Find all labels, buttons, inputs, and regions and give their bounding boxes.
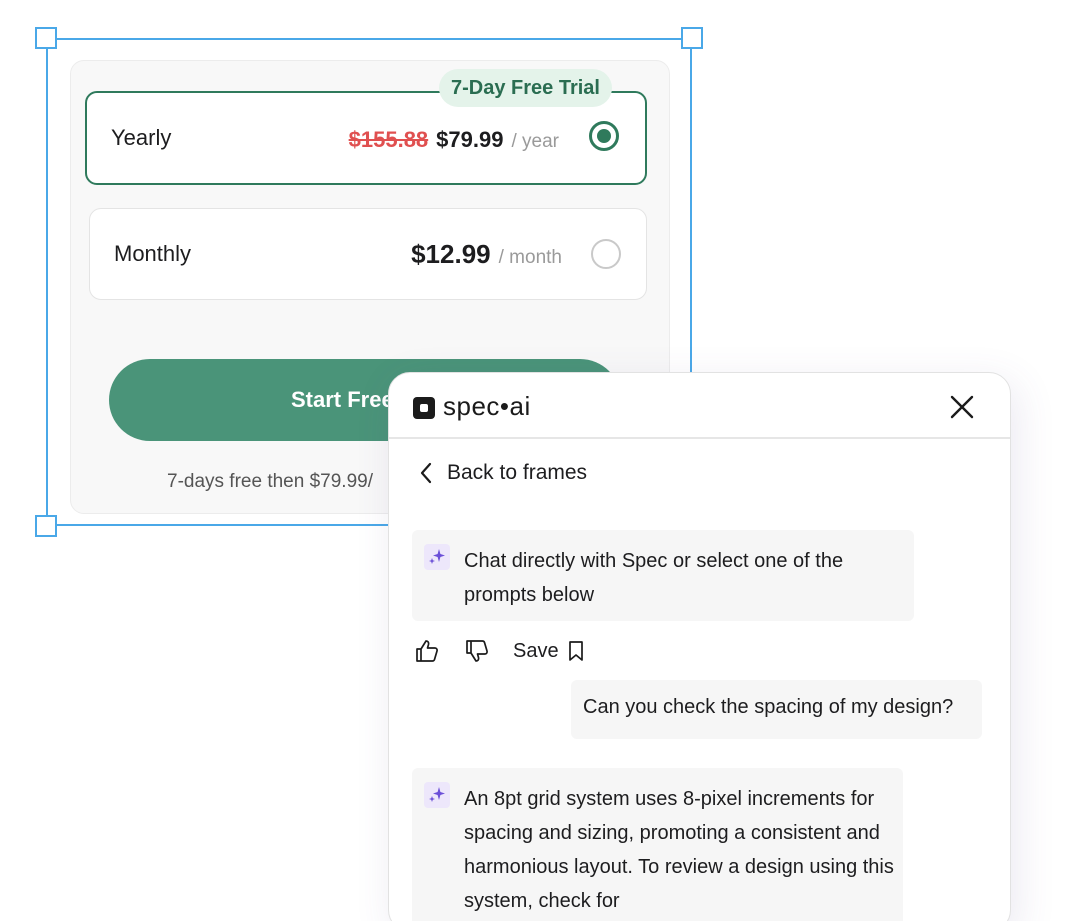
chevron-left-icon bbox=[420, 462, 432, 484]
sparkle-icon bbox=[424, 544, 450, 570]
monthly-price: $12.99 bbox=[411, 239, 491, 269]
plan-option-monthly[interactable]: Monthly $12.99 / month bbox=[89, 208, 647, 300]
resize-handle-top-right[interactable] bbox=[681, 27, 703, 49]
thumbs-up-icon[interactable] bbox=[413, 637, 441, 665]
close-icon[interactable] bbox=[950, 395, 974, 419]
bookmark-icon bbox=[568, 641, 583, 661]
panel-header: spec•ai bbox=[389, 373, 1010, 439]
billing-period: / year bbox=[511, 131, 559, 152]
resize-handle-bottom-left[interactable] bbox=[35, 515, 57, 537]
save-button[interactable]: Save bbox=[513, 640, 585, 663]
user-message: Can you check the spacing of my design? bbox=[571, 680, 982, 739]
radio-selected-icon[interactable] bbox=[589, 121, 619, 151]
radio-unselected-icon[interactable] bbox=[591, 239, 621, 269]
save-label: Save bbox=[513, 639, 559, 662]
assistant-message: Chat directly with Spec or select one of… bbox=[412, 530, 914, 621]
sparkle-icon bbox=[424, 782, 450, 808]
resize-handle-top-left[interactable] bbox=[35, 27, 57, 49]
trial-badge: 7-Day Free Trial bbox=[439, 69, 612, 107]
message-text: An 8pt grid system uses 8-pixel incremen… bbox=[464, 788, 894, 912]
price-group: $12.99 / month bbox=[411, 239, 562, 270]
message-actions: Save bbox=[413, 637, 585, 665]
discounted-price: $79.99 bbox=[436, 127, 504, 152]
original-price: $155.88 bbox=[348, 127, 429, 152]
spec-logo-icon bbox=[413, 397, 435, 419]
price-group: $155.88 $79.99 / year bbox=[349, 127, 559, 153]
back-label: Back to frames bbox=[447, 461, 588, 484]
thumbs-down-icon[interactable] bbox=[463, 637, 491, 665]
back-to-frames-link[interactable]: Back to frames bbox=[419, 461, 587, 485]
brand-name: spec•ai bbox=[443, 391, 531, 421]
plan-name: Yearly bbox=[111, 125, 172, 150]
assistant-message: An 8pt grid system uses 8-pixel incremen… bbox=[412, 768, 903, 921]
message-text: Chat directly with Spec or select one of… bbox=[464, 550, 844, 606]
plan-name: Monthly bbox=[114, 241, 192, 266]
billing-period: / month bbox=[498, 247, 562, 268]
spec-ai-panel: spec•ai Back to frames Chat directly wit… bbox=[388, 372, 1011, 921]
trial-fine-print: 7-days free then $79.99/ bbox=[167, 471, 373, 492]
